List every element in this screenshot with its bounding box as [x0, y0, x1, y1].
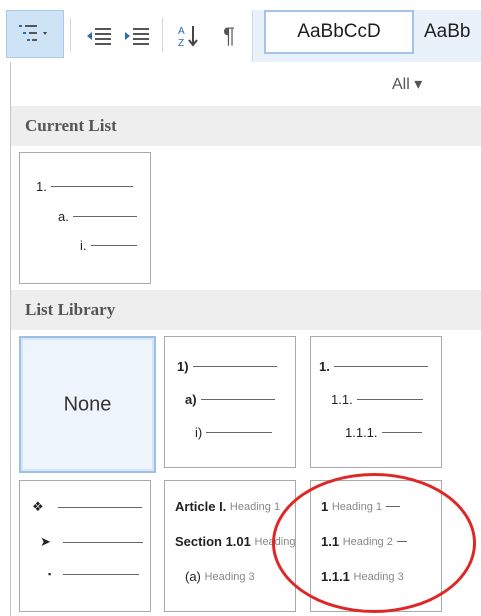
current-list-header: Current List — [11, 106, 481, 146]
level-marker: 1. — [36, 179, 47, 194]
decrease-indent-icon — [87, 28, 111, 45]
heading-style-name: Heading 3 — [204, 570, 255, 583]
level-marker: 1 — [321, 499, 329, 514]
list-level-3: i. — [80, 238, 137, 253]
heading-style-name: Heading 2 — [254, 535, 296, 548]
style-preview-text: AaBb — [424, 21, 471, 42]
list-level-1: ❖ — [32, 499, 142, 515]
level-marker: 1.1. — [331, 392, 353, 407]
list-level-3: 1.1.1. — [345, 425, 422, 440]
level-marker: a. — [58, 209, 69, 224]
multilevel-list-icon — [19, 25, 47, 41]
style-preview-text: AaBbCcD — [297, 21, 381, 42]
heading-numbered-list-tile[interactable]: 1 Heading 1 1.1 Heading 2 1.1.1 Heading … — [310, 480, 442, 612]
arrow-bullet-icon: ➤ — [40, 534, 51, 549]
increase-indent-icon — [125, 28, 149, 45]
list-level-1: 1. — [319, 359, 428, 374]
style-next-preview[interactable]: AaBb — [420, 10, 481, 54]
list-filter-dropdown[interactable]: All ▾ — [392, 74, 422, 94]
diamond-bullet-icon: ❖ — [32, 499, 44, 514]
ribbon-toolbar: A Z ¶ AaBbCcD AaBb — [0, 0, 481, 70]
level-marker: Section 1.01 — [175, 534, 251, 549]
list-level-3: 1.1.1 Heading 3 — [321, 569, 404, 584]
sort-button[interactable]: A Z — [172, 14, 206, 58]
list-level-2: ➤ — [40, 534, 143, 550]
list-level-1: 1 Heading 1 — [321, 499, 401, 514]
increase-indent-button[interactable] — [120, 14, 154, 58]
list-library-header: List Library — [11, 290, 481, 330]
level-marker: 1) — [177, 359, 189, 374]
decimal-outline-tile[interactable]: 1. 1.1. 1.1.1. — [310, 336, 442, 468]
list-level-1: Article I. Heading 1 — [175, 499, 280, 514]
none-list-tile[interactable]: None — [19, 336, 156, 473]
square-bullet-icon: ▪ — [48, 569, 52, 579]
heading-style-name: Heading 1 — [229, 500, 281, 513]
bullet-list-tile[interactable]: ❖ ➤ ▪ — [19, 480, 151, 612]
decrease-indent-button[interactable] — [82, 14, 116, 58]
list-level-2: a. — [58, 209, 137, 224]
list-level-3: i) — [195, 425, 273, 440]
level-marker: Article I. — [175, 499, 227, 514]
toolbar-divider — [162, 18, 163, 52]
list-level-3: ▪ — [48, 569, 140, 579]
level-marker: 1.1 — [321, 534, 340, 549]
article-section-list-tile[interactable]: Article I. Heading 1 Section 1.01 Headin… — [164, 480, 296, 612]
level-marker: a) — [185, 392, 197, 407]
list-level-3: (a) Heading 3 — [185, 569, 255, 584]
svg-text:Z: Z — [178, 38, 184, 49]
svg-text:A: A — [178, 26, 185, 37]
list-level-2: 1.1 Heading 2 — [321, 534, 407, 549]
level-marker: (a) — [185, 569, 201, 584]
list-level-1: 1) — [177, 359, 277, 374]
list-level-2: Section 1.01 Heading 2 — [175, 534, 295, 549]
none-label: None — [63, 393, 112, 415]
list-level-2: a) — [185, 392, 275, 407]
level-marker: 1.1.1 — [321, 569, 350, 584]
list-level-2: 1.1. — [331, 392, 423, 407]
multilevel-list-button[interactable] — [6, 10, 64, 58]
chevron-down-icon — [43, 32, 47, 35]
pilcrow-icon: ¶ — [223, 23, 235, 48]
list-level-1: 1. — [36, 179, 133, 194]
sort-icon: A Z — [178, 26, 198, 49]
style-normal-preview[interactable]: AaBbCcD — [264, 10, 414, 54]
toolbar-divider — [70, 18, 71, 52]
heading-style-name: Heading 2 — [342, 535, 393, 548]
level-marker: i) — [195, 425, 203, 440]
show-formatting-button[interactable]: ¶ — [212, 14, 246, 58]
level-marker: i. — [80, 238, 87, 253]
level-marker: 1.1.1. — [345, 425, 378, 440]
heading-style-name: Heading 1 — [331, 500, 383, 513]
current-list-tile[interactable]: 1. a. i. — [19, 152, 151, 284]
paren-list-tile[interactable]: 1) a) i) — [164, 336, 296, 468]
heading-style-name: Heading 3 — [353, 570, 404, 583]
level-marker: 1. — [319, 359, 330, 374]
